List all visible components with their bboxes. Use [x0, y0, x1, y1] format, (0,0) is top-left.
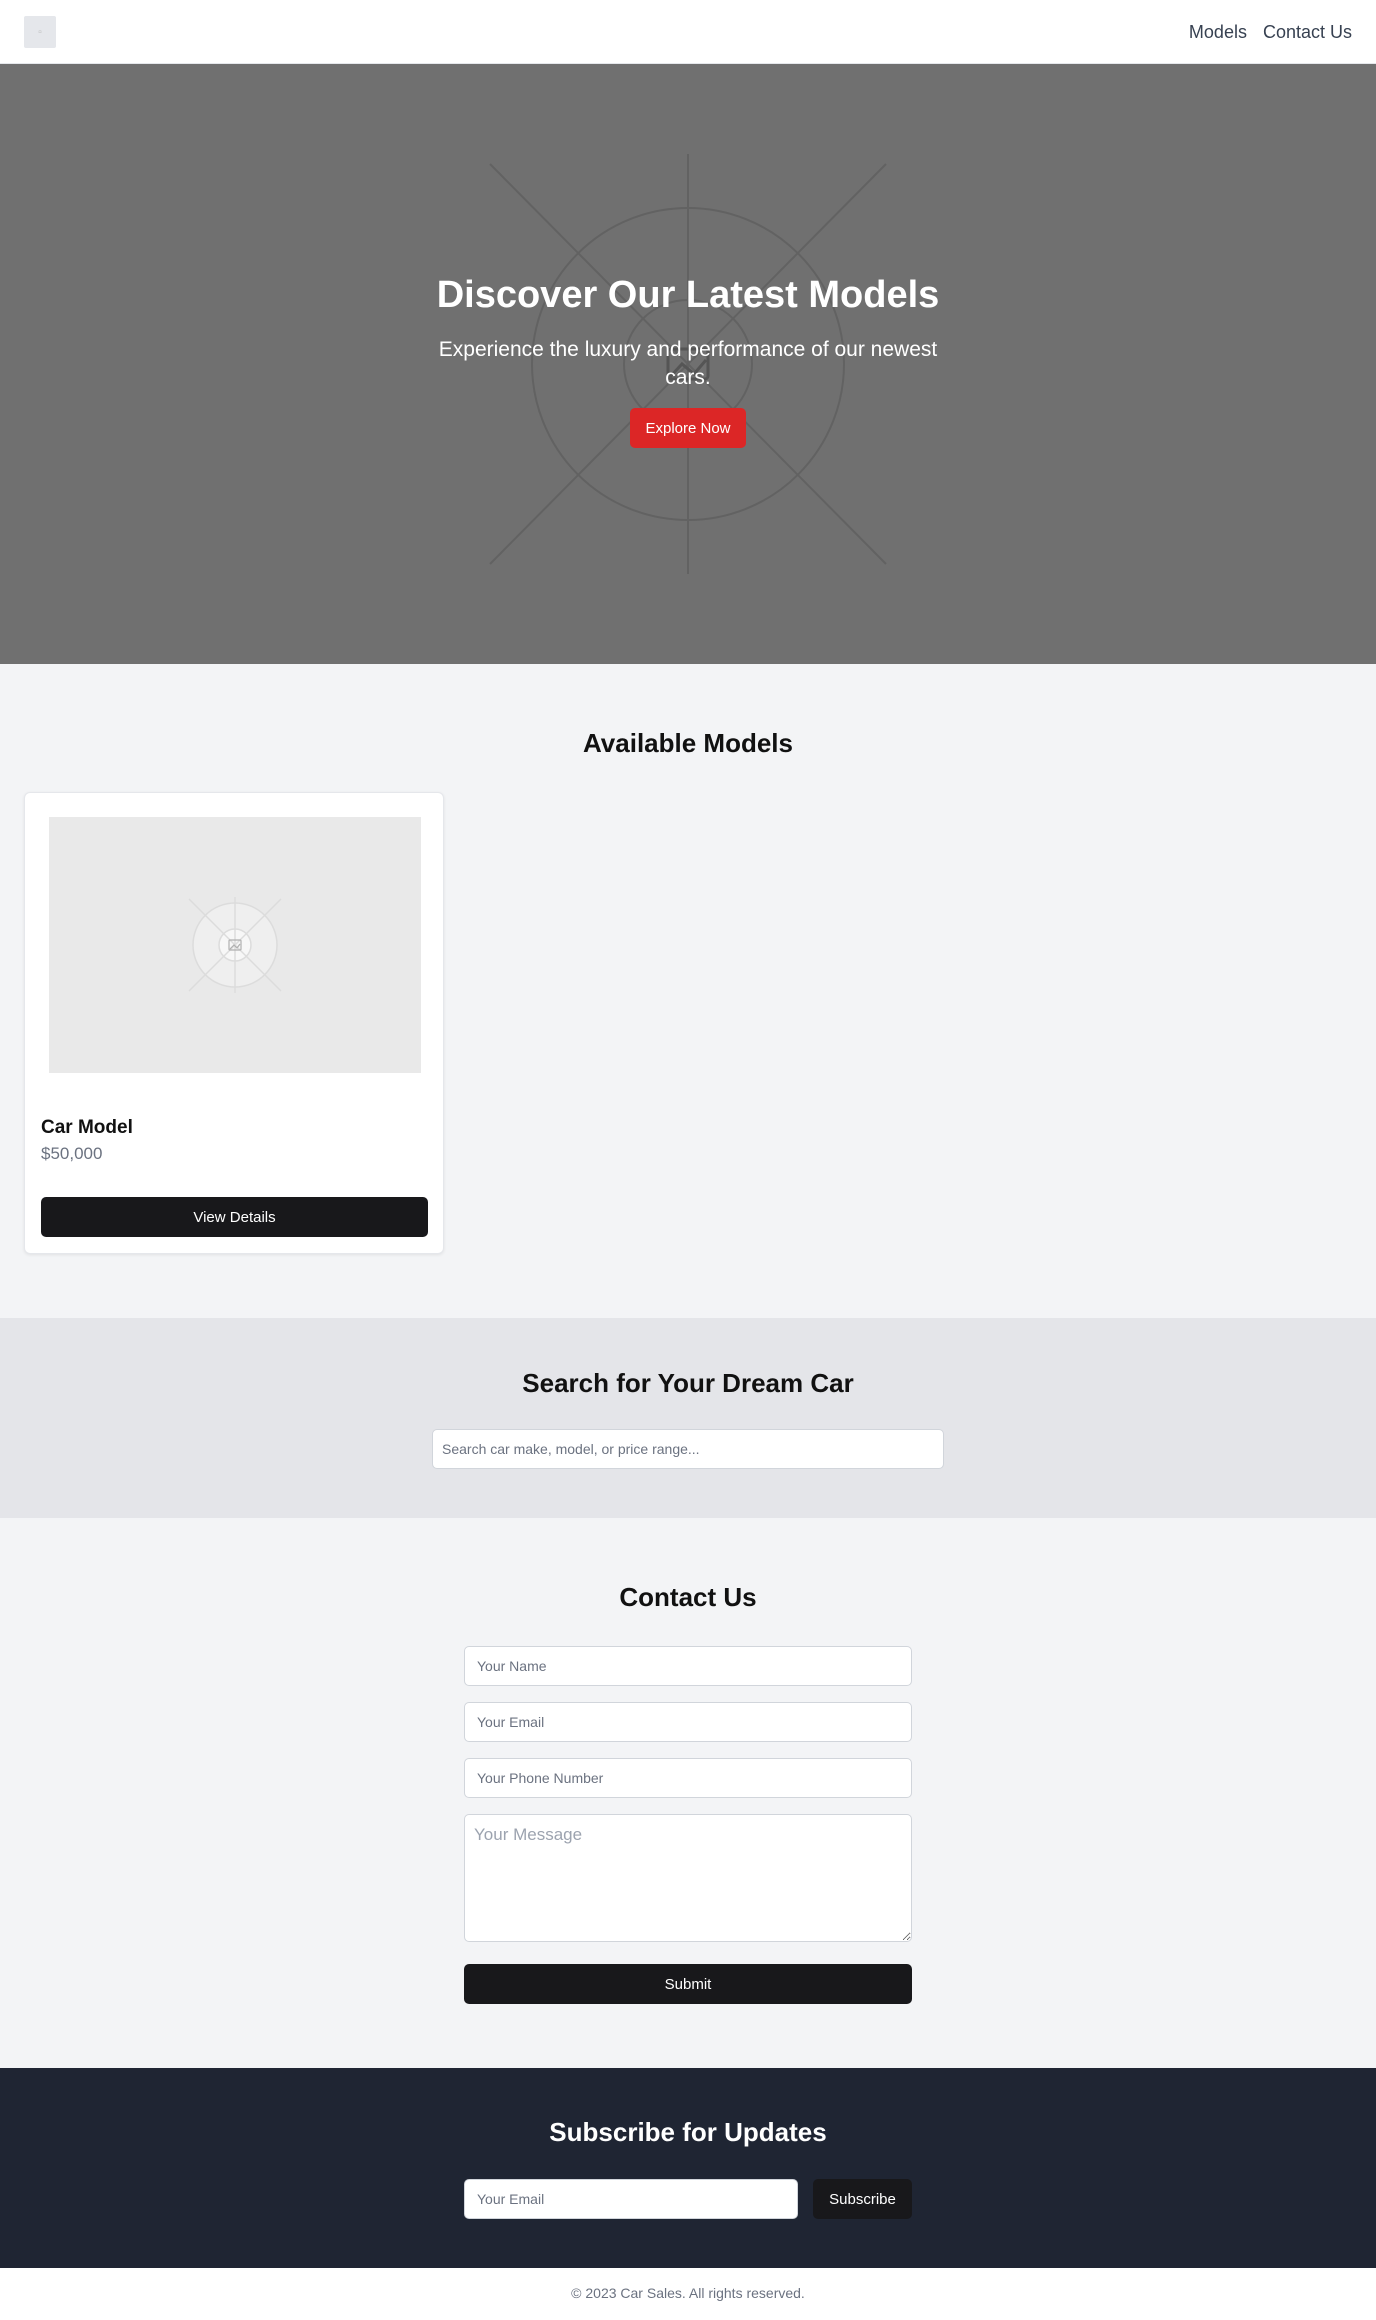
- main-nav: Models Contact Us: [1189, 0, 1352, 64]
- name-field[interactable]: [464, 1646, 912, 1686]
- copyright-text: © 2023 Car Sales. All rights reserved.: [571, 2285, 805, 2301]
- contact-section-title: Contact Us: [619, 1582, 757, 1612]
- models-section-title: Available Models: [583, 728, 793, 758]
- search-input[interactable]: [432, 1429, 944, 1469]
- hero-section: Discover Our Latest Models Experience th…: [0, 64, 1376, 664]
- card-title: Car Model: [41, 1117, 133, 1138]
- subscribe-button[interactable]: Subscribe: [813, 2179, 912, 2219]
- search-section: Search for Your Dream Car: [0, 1318, 1376, 1518]
- model-card: Car Model $50,000 View Details: [24, 792, 444, 1254]
- submit-button[interactable]: Submit: [464, 1964, 912, 2004]
- hero-title: Discover Our Latest Models: [436, 274, 940, 316]
- subscribe-section: Subscribe for Updates Subscribe: [0, 2068, 1376, 2268]
- explore-now-button[interactable]: Explore Now: [630, 408, 746, 448]
- view-details-button[interactable]: View Details: [41, 1197, 428, 1237]
- subscribe-email-field[interactable]: [464, 2179, 798, 2219]
- site-footer: © 2023 Car Sales. All rights reserved.: [0, 2268, 1376, 2320]
- hero-subtitle: Experience the luxury and performance of…: [438, 338, 938, 389]
- card-price: $50,000: [41, 1144, 103, 1163]
- phone-field[interactable]: [464, 1758, 912, 1798]
- message-field[interactable]: [464, 1814, 912, 1942]
- card-image-placeholder-icon: [49, 817, 421, 1073]
- subscribe-title: Subscribe for Updates: [549, 2117, 827, 2147]
- nav-link-contact[interactable]: Contact Us: [1263, 22, 1352, 43]
- logo-broken-image-icon[interactable]: ▫: [24, 16, 56, 48]
- email-field[interactable]: [464, 1702, 912, 1742]
- nav-link-models[interactable]: Models: [1189, 22, 1247, 43]
- search-section-title: Search for Your Dream Car: [522, 1368, 854, 1398]
- site-header: ▫ Models Contact Us: [0, 0, 1376, 64]
